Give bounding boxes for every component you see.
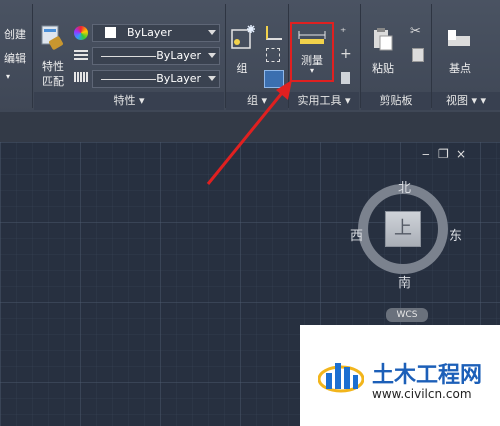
minimize-icon[interactable]: ‒ [422,147,430,161]
chevron-down-icon [208,53,216,58]
compass-east[interactable]: 东 [449,225,462,244]
annotation-arrow [206,80,292,185]
compass-south[interactable]: 南 [398,272,411,291]
color-wheel-icon[interactable] [74,26,88,40]
calculator-icon[interactable] [341,72,350,84]
lineweight-icon[interactable] [74,72,88,82]
restore-icon[interactable]: ❐ [438,147,449,161]
paste-button-label[interactable]: 粘贴 [366,60,400,76]
watermark-url: www.civilcn.com [372,387,472,401]
match-properties-label-2: 匹配 [42,75,64,88]
match-properties-label-1: 特性 [42,60,64,73]
color-swatch [105,27,116,38]
compass-west[interactable]: 西 [350,225,363,244]
linetype-dropdown[interactable]: ByLayer [92,47,220,65]
linetype-dropdown-value: ByLayer [156,49,201,62]
view-panel-title-text: 视图 [445,94,468,107]
properties-panel-title[interactable]: 特性 ▾ [34,92,224,110]
line-preview [101,56,156,57]
quick-select-icon[interactable]: ⁺ [340,26,352,38]
color-dropdown[interactable]: ByLayer [92,24,220,42]
copy-icon[interactable] [412,48,424,62]
basepoint-button-label[interactable]: 基点 [442,60,478,76]
cut-icon[interactable]: ✂ [410,24,421,39]
create-button[interactable]: 创建 [0,26,30,42]
view-panel-title[interactable]: 视图 ▾ ▾ [432,92,500,110]
panel-separator [32,4,33,108]
properties-panel-title-text: 特性 [113,94,136,107]
modify-dropdown-arrow[interactable]: ▾ [0,72,16,81]
ungroup-icon[interactable] [266,26,282,40]
compass-north[interactable]: 北 [398,177,411,196]
basepoint-icon[interactable] [446,28,472,48]
clipboard-panel-title-text: 剪贴板 [379,94,413,107]
linetype-icon[interactable] [74,50,88,62]
close-icon[interactable]: × [456,147,466,161]
viewcube-top-face[interactable]: 上 [385,211,421,247]
chevron-down-icon [208,30,216,35]
wcs-menu[interactable]: WCS [386,308,428,322]
point-id-icon[interactable]: + [340,47,352,61]
color-dropdown-value: ByLayer [127,26,172,39]
watermark-logo-icon [317,353,365,397]
match-properties-icon[interactable] [40,24,64,52]
group-edit-icon[interactable] [266,48,280,62]
line-preview [101,79,156,80]
watermark-brand: 土木工程网 [372,363,483,388]
paste-icon[interactable] [372,26,394,52]
clipboard-panel-title: 剪贴板 [361,92,431,110]
edit-button[interactable]: 编辑 [0,50,30,66]
watermark: 土木工程网 www.civilcn.com [300,325,500,426]
group-icon[interactable] [230,24,258,54]
lineweight-dropdown-value: ByLayer [156,72,201,85]
